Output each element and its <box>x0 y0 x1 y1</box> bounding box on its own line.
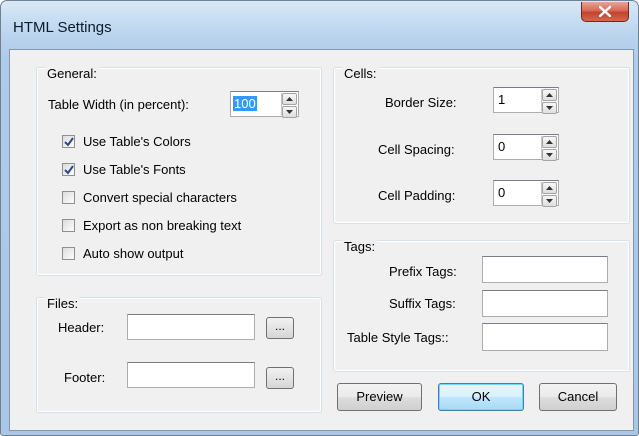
header-input[interactable] <box>127 314 255 340</box>
spin-down-icon[interactable] <box>542 149 557 161</box>
export-non-breaking-checkbox[interactable] <box>62 219 75 232</box>
spin-down-icon[interactable] <box>542 102 557 114</box>
spin-up-icon[interactable] <box>542 89 557 101</box>
dialog-client-area: General: Table Width (in percent): 100 U… <box>9 49 634 431</box>
tags-group-title: Tags: <box>342 239 378 254</box>
cancel-button[interactable]: Cancel <box>539 383 617 411</box>
checkmark-icon <box>64 137 74 147</box>
cell-padding-label: Cell Padding: <box>378 188 456 203</box>
header-browse-button[interactable]: ... <box>266 317 294 339</box>
spin-up-icon[interactable] <box>542 182 557 194</box>
use-table-fonts-label: Use Table's Fonts <box>83 162 186 177</box>
convert-special-chars-label: Convert special characters <box>83 190 237 205</box>
use-table-colors-label: Use Table's Colors <box>83 134 191 149</box>
cell-spacing-spinner[interactable] <box>541 136 557 161</box>
close-button[interactable] <box>581 2 629 22</box>
auto-show-output-label: Auto show output <box>83 246 184 261</box>
suffix-tags-input[interactable] <box>482 290 608 317</box>
dialog-window: HTML Settings General: Table Width (in p… <box>0 0 639 436</box>
cell-spacing-label: Cell Spacing: <box>378 142 455 157</box>
border-size-spinner[interactable] <box>541 89 557 114</box>
ok-button[interactable]: OK <box>438 383 524 411</box>
table-width-label: Table Width (in percent): <box>48 97 189 112</box>
files-group-title: Files: <box>45 296 81 311</box>
spin-up-icon[interactable] <box>282 93 297 105</box>
suffix-tags-label: Suffix Tags: <box>389 296 456 311</box>
cell-spacing-input[interactable]: 0 <box>493 134 559 161</box>
table-width-spinner[interactable] <box>281 93 297 118</box>
footer-input[interactable] <box>127 362 255 388</box>
footer-browse-button[interactable]: ... <box>266 367 294 389</box>
table-width-value: 100 <box>233 96 257 111</box>
border-size-label: Border Size: <box>385 95 457 110</box>
prefix-tags-label: Prefix Tags: <box>389 264 457 279</box>
preview-button[interactable]: Preview <box>337 383 422 411</box>
spin-up-icon[interactable] <box>542 136 557 148</box>
spin-down-icon[interactable] <box>282 106 297 118</box>
close-icon <box>599 6 611 17</box>
spin-down-icon[interactable] <box>542 195 557 207</box>
window-title: HTML Settings <box>13 19 112 36</box>
cell-padding-spinner[interactable] <box>541 182 557 207</box>
header-label: Header: <box>58 320 105 335</box>
general-group-title: General: <box>45 66 99 81</box>
checkmark-icon <box>64 165 74 175</box>
cell-padding-value: 0 <box>498 185 506 200</box>
footer-label: Footer: <box>64 370 106 385</box>
border-size-value: 1 <box>498 92 506 107</box>
table-width-input[interactable]: 100 <box>230 91 299 118</box>
auto-show-output-checkbox[interactable] <box>62 247 75 260</box>
use-table-fonts-checkbox[interactable] <box>62 163 75 176</box>
export-non-breaking-label: Export as non breaking text <box>83 218 242 233</box>
cell-spacing-value: 0 <box>498 139 506 154</box>
cell-padding-input[interactable]: 0 <box>493 180 559 207</box>
use-table-colors-checkbox[interactable] <box>62 135 75 148</box>
border-size-input[interactable]: 1 <box>493 87 559 114</box>
prefix-tags-input[interactable] <box>482 256 608 283</box>
convert-special-chars-checkbox[interactable] <box>62 191 75 204</box>
table-style-tags-label: Table Style Tags:: <box>347 330 449 345</box>
table-style-tags-input[interactable] <box>482 323 608 351</box>
cells-group-title: Cells: <box>342 66 379 81</box>
